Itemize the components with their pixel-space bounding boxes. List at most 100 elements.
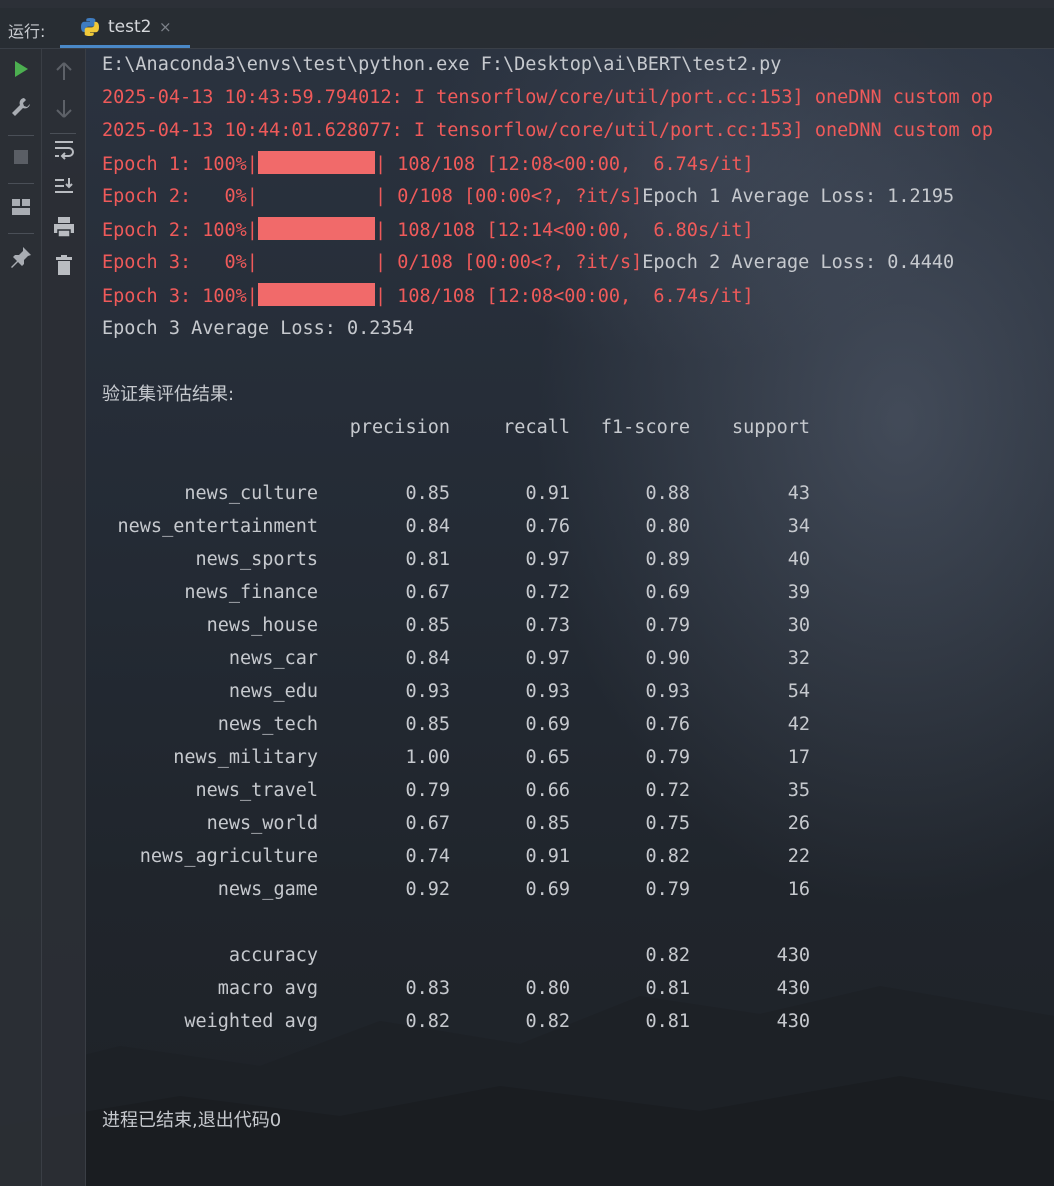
- metric-cell: 0.91: [525, 846, 570, 867]
- metric-cell: 0.92: [405, 879, 450, 900]
- report-row: news_culture 0.85 0.91 0.88 43: [102, 481, 862, 514]
- metric-cell: 26: [787, 813, 810, 834]
- up-arrow-icon[interactable]: [52, 59, 76, 83]
- metric-cell: 0.84: [405, 516, 450, 537]
- metric-cell: 0.72: [645, 780, 690, 801]
- run-toolbar: [0, 49, 42, 1186]
- down-arrow-icon[interactable]: [52, 97, 76, 121]
- metric-cell: 0.76: [645, 714, 690, 735]
- metric-cell: 0.69: [525, 879, 570, 900]
- progress-line: Epoch 3: 0%| | 0/108 [00:00<?, ?it/s]Epoc…: [102, 252, 955, 273]
- metric-cell: 30: [787, 615, 810, 636]
- run-label: 运行:: [8, 22, 46, 41]
- metric-cell: 0.85: [405, 714, 450, 735]
- metric-cell: 430: [776, 945, 810, 966]
- report-header: precision recall f1-score support: [102, 415, 862, 448]
- report-row: news_travel 0.79 0.66 0.72 35: [102, 778, 862, 811]
- metric-cell: 0.82: [405, 1011, 450, 1032]
- metric-cell: 32: [787, 648, 810, 669]
- progress-line: Epoch 3: 100%| | 108/108 [12:08<00:00, 6.…: [102, 283, 754, 316]
- row-label: macro avg: [217, 978, 318, 999]
- print-icon[interactable]: [52, 215, 76, 239]
- scroll-to-end-icon[interactable]: [52, 175, 76, 199]
- metric-cell: 22: [787, 846, 810, 867]
- report-row: news_world 0.67 0.85 0.75 26: [102, 811, 862, 844]
- metric-cell: 0.82: [525, 1011, 570, 1032]
- metric-cell: 0.82: [645, 945, 690, 966]
- metric-cell: 0.85: [405, 615, 450, 636]
- metric-cell: 0.81: [645, 1011, 690, 1032]
- metric-cell: 0.97: [525, 648, 570, 669]
- layout-icon[interactable]: [9, 195, 33, 219]
- metric-cell: 43: [787, 483, 810, 504]
- wrench-icon[interactable]: [9, 95, 33, 119]
- metric-cell: 0.67: [405, 582, 450, 603]
- run-tab-bar: 运行: test2 ×: [0, 8, 1054, 49]
- metric-cell: 430: [776, 1011, 810, 1032]
- report-row: news_edu 0.93 0.93 0.93 54: [102, 679, 862, 712]
- metric-cell: 0.91: [525, 483, 570, 504]
- row-label: news_culture: [184, 483, 318, 504]
- metric-cell: 0.69: [525, 714, 570, 735]
- metric-cell: 0.75: [645, 813, 690, 834]
- metric-cell: 0.73: [525, 615, 570, 636]
- command-line: E:\Anaconda3\envs\test\python.exe F:\Des…: [102, 54, 782, 75]
- metric-cell: 35: [787, 780, 810, 801]
- console-toolbar: [42, 49, 86, 1186]
- row-label: news_house: [206, 615, 318, 636]
- metric-cell: 0.72: [525, 582, 570, 603]
- metric-cell: 0.74: [405, 846, 450, 867]
- metric-cell: 34: [787, 516, 810, 537]
- metric-cell: 0.97: [525, 549, 570, 570]
- metric-cell: 0.84: [405, 648, 450, 669]
- metric-cell: 0.79: [405, 780, 450, 801]
- report-summary-row: macro avg 0.83 0.80 0.81 430: [102, 976, 862, 1009]
- pin-icon[interactable]: [9, 245, 33, 269]
- trash-icon[interactable]: [52, 253, 76, 277]
- metric-cell: 0.66: [525, 780, 570, 801]
- row-label: news_edu: [228, 681, 318, 702]
- report-summary-row: accuracy 0.82 430: [102, 943, 862, 976]
- metric-cell: 0.82: [645, 846, 690, 867]
- run-icon[interactable]: [9, 57, 33, 81]
- tab-test2[interactable]: test2 ×: [60, 8, 190, 48]
- progress-line: Epoch 2: 0%| | 0/108 [00:00<?, ?it/s]Epoc…: [102, 186, 955, 207]
- row-label: news_agriculture: [139, 846, 318, 867]
- row-label: news_game: [217, 879, 318, 900]
- exit-message: 进程已结束,退出代码0: [102, 1110, 282, 1131]
- metric-cell: 0.85: [525, 813, 570, 834]
- report-row: news_military 1.00 0.65 0.79 17: [102, 745, 862, 778]
- report-row: news_agriculture 0.74 0.91 0.82 22: [102, 844, 862, 877]
- report-row: news_car 0.84 0.97 0.90 32: [102, 646, 862, 679]
- metric-cell: 0.93: [645, 681, 690, 702]
- metric-cell: 16: [787, 879, 810, 900]
- warning-line: 2025-04-13 10:43:59.794012: I tensorflow…: [102, 87, 994, 108]
- metric-cell: 0.80: [645, 516, 690, 537]
- row-label: news_sports: [195, 549, 318, 570]
- report-summary-row: weighted avg 0.82 0.82 0.81 430: [102, 1009, 862, 1042]
- metric-cell: support: [732, 417, 810, 438]
- warning-line: 2025-04-13 10:44:01.628077: I tensorflow…: [102, 120, 994, 141]
- progress-bar-full: [257, 151, 375, 174]
- final-loss-line: Epoch 3 Average Loss: 0.2354: [102, 318, 414, 339]
- report-row: news_game 0.92 0.69 0.79 16: [102, 877, 862, 910]
- metric-cell: 0.88: [645, 483, 690, 504]
- report-row: news_house 0.85 0.73 0.79 30: [102, 613, 862, 646]
- python-icon: [81, 18, 99, 36]
- metric-cell: 0.93: [405, 681, 450, 702]
- metric-cell: 0.69: [645, 582, 690, 603]
- eval-title: 验证集评估结果:: [102, 384, 235, 405]
- metric-cell: recall: [503, 417, 570, 438]
- stop-icon[interactable]: [9, 145, 33, 169]
- metric-cell: 0.67: [405, 813, 450, 834]
- metric-cell: 0.81: [645, 978, 690, 999]
- metric-cell: 40: [787, 549, 810, 570]
- metric-cell: 430: [776, 978, 810, 999]
- metric-cell: 54: [787, 681, 810, 702]
- metric-cell: f1-score: [600, 417, 690, 438]
- close-icon[interactable]: ×: [159, 18, 172, 36]
- report-row: news_finance 0.67 0.72 0.69 39: [102, 580, 862, 613]
- row-label: news_travel: [195, 780, 318, 801]
- soft-wrap-icon[interactable]: [52, 137, 76, 161]
- metric-cell: 0.79: [645, 879, 690, 900]
